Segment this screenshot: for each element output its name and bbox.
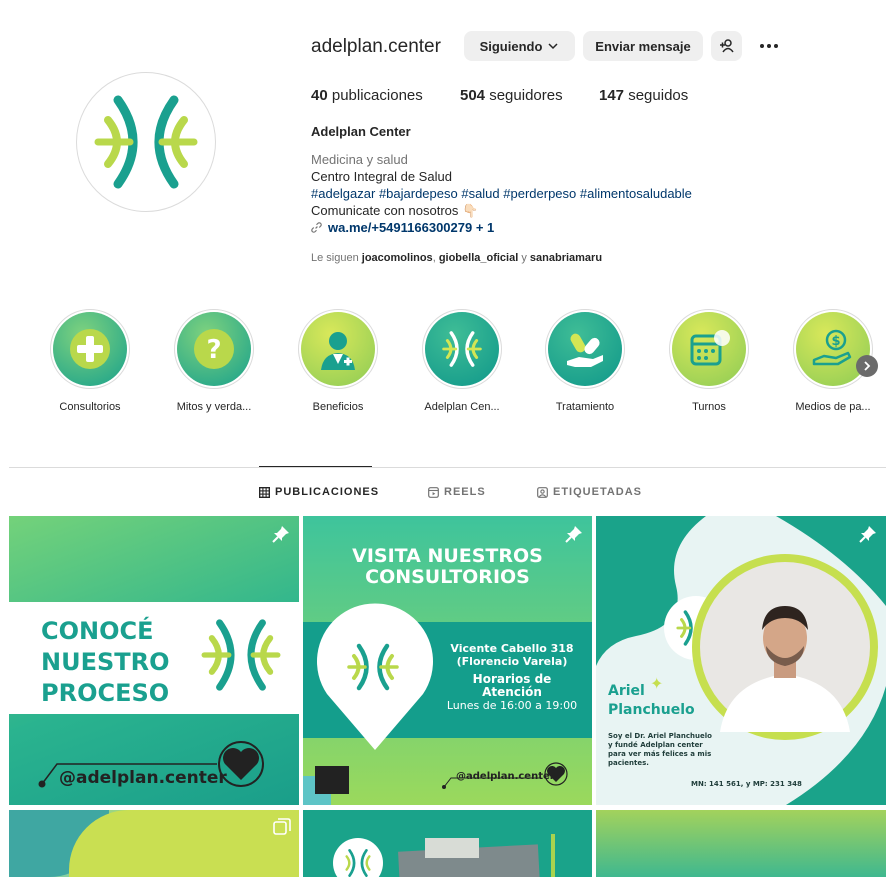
followers-count[interactable]: 504 seguidores — [460, 87, 563, 104]
post-tile[interactable]: Ariel Planchuelo ✦ Soy el Dr. Ariel Plan… — [596, 516, 886, 805]
post-text: NUESTRO — [41, 648, 170, 676]
highlight-mitos[interactable]: ? Mitos y verda... — [172, 309, 256, 413]
post-license: MN: 141 561, y MP: 231 348 — [691, 780, 802, 788]
highlight-label: Adelplan Cen... — [424, 401, 500, 413]
post-text: PROCESO — [41, 679, 170, 707]
following-count[interactable]: 147 seguidos — [599, 87, 688, 104]
post-handle: @adelplan.center — [456, 771, 555, 782]
post-text: CONOCÉ — [41, 617, 154, 645]
post-tile[interactable] — [303, 810, 592, 877]
doctor-icon — [321, 332, 355, 370]
logo-icon — [345, 849, 371, 877]
grid-icon — [259, 486, 270, 498]
question-icon: ? — [194, 329, 234, 369]
bio-line: Comunicate con nosotros 👇🏻 — [311, 203, 479, 218]
tabs-divider — [9, 467, 886, 468]
highlight-label: Medios de pa... — [795, 401, 871, 413]
send-message-button[interactable]: Enviar mensaje — [583, 31, 703, 61]
highlight-adelplan[interactable]: Adelplan Cen... — [420, 309, 504, 413]
highlight-consultorios[interactable]: Consultorios — [48, 309, 132, 413]
sparkle-icon: ✦ — [650, 676, 664, 693]
highlight-label: Consultorios — [59, 401, 121, 413]
tab-etiquetadas[interactable]: ETIQUETADAS — [537, 486, 642, 498]
chevron-right-icon — [864, 361, 871, 371]
highlights-next-button[interactable] — [856, 355, 878, 377]
pin-icon — [565, 526, 582, 543]
svg-text:$: $ — [831, 334, 840, 349]
following-button[interactable]: Siguiendo — [464, 31, 575, 61]
tab-reels[interactable]: REELS — [428, 486, 486, 498]
post-tile[interactable]: VISITA NUESTROS CONSULTORIOS Vicente Cab… — [303, 516, 592, 805]
doctor-portrait — [700, 562, 870, 732]
profile-link[interactable]: wa.me/+5491166300279 + 1 — [311, 220, 494, 235]
suggested-users-button[interactable] — [711, 31, 742, 61]
active-tab-indicator — [259, 466, 372, 467]
pin-icon — [859, 526, 876, 543]
post-text: Lunes de 16:00 a 19:00 — [446, 699, 578, 712]
profile-avatar[interactable] — [76, 72, 216, 212]
highlight-label: Mitos y verda... — [176, 401, 252, 413]
map-pin-shape — [317, 603, 433, 750]
posts-count[interactable]: 40 publicaciones — [311, 87, 423, 104]
highlight-turnos[interactable]: Turnos — [667, 309, 751, 413]
highlight-tratamiento[interactable]: Tratamiento — [543, 309, 627, 413]
post-text: Planchuelo — [608, 702, 695, 718]
add-user-icon — [719, 39, 734, 53]
tab-publicaciones[interactable]: PUBLICACIONES — [259, 486, 379, 498]
post-text: Soy el Dr. Ariel Planchuelo — [608, 732, 712, 740]
reels-icon — [428, 486, 439, 498]
link-icon — [311, 222, 322, 233]
post-text: para ver más felices a mis — [608, 750, 712, 758]
followed-by[interactable]: Le siguen joacomolinos, giobella_oficial… — [311, 252, 602, 264]
pin-icon — [272, 526, 289, 543]
carousel-icon — [273, 818, 291, 835]
plus-icon — [70, 329, 110, 369]
post-tile[interactable]: CONOCÉ NUESTRO PROCESO @adelplan.center — [9, 516, 299, 805]
post-tile[interactable] — [596, 810, 886, 877]
tab-label: PUBLICACIONES — [275, 486, 380, 498]
profile-category: Medicina y salud — [311, 152, 408, 167]
highlight-beneficios[interactable]: Beneficios — [296, 309, 380, 413]
logo-icon — [94, 95, 198, 189]
money-hand-icon: $ — [812, 329, 852, 366]
tab-label: REELS — [444, 486, 486, 498]
profile-username: adelplan.center — [311, 36, 441, 57]
send-message-label: Enviar mensaje — [595, 38, 691, 54]
doctor-photo — [692, 554, 878, 740]
tab-label: ETIQUETADAS — [553, 486, 643, 498]
highlight-label: Tratamiento — [555, 401, 615, 413]
more-options-icon[interactable] — [756, 36, 782, 56]
bio-line: Centro Integral de Salud — [311, 169, 452, 184]
post-text: CONSULTORIOS — [365, 566, 530, 588]
post-text: pacientes. — [608, 759, 649, 767]
chevron-down-icon — [548, 43, 558, 50]
pills-hand-icon — [567, 333, 603, 367]
svg-text:?: ? — [206, 335, 221, 365]
post-text: Vicente Cabello 318 — [450, 642, 574, 655]
following-button-label: Siguiendo — [479, 38, 543, 54]
profile-full-name: Adelplan Center — [311, 124, 411, 139]
tagged-icon — [537, 486, 548, 498]
post-tile[interactable] — [9, 810, 299, 877]
post-text: Horarios de Atención — [472, 672, 552, 699]
post-text: y fundé Adelplan center — [608, 741, 703, 749]
calendar-chat-icon — [690, 330, 730, 366]
bio-hashtags[interactable]: #adelgazar #bajardepeso #salud #perderpe… — [311, 186, 692, 201]
highlight-label: Turnos — [692, 401, 726, 413]
highlight-label: Beneficios — [312, 401, 364, 413]
logo-icon — [201, 619, 281, 691]
logo-icon — [442, 331, 482, 367]
post-text: (Florencio Varela) — [456, 655, 568, 668]
post-handle: @adelplan.center — [59, 768, 227, 788]
profile-link-label: wa.me/+5491166300279 + 1 — [328, 220, 495, 235]
post-text: VISITA NUESTROS — [352, 545, 543, 567]
